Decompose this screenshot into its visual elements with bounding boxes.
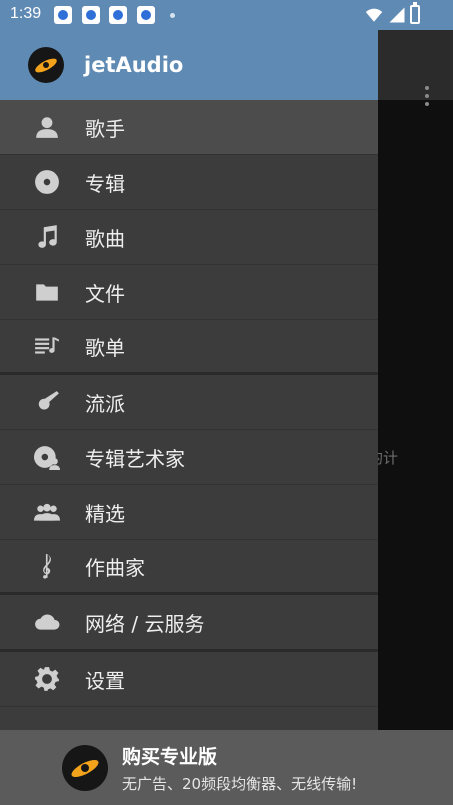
menu-item-genres[interactable]: 流派 bbox=[0, 375, 378, 430]
album-artist-icon bbox=[33, 443, 61, 471]
menu-item-artists[interactable]: 歌手 bbox=[0, 100, 378, 155]
jetaudio-logo-icon bbox=[62, 744, 108, 791]
baidu-paw-icon bbox=[137, 6, 155, 24]
menu-item-albums[interactable]: 专辑 bbox=[0, 155, 378, 210]
menu-item-label: 精选 bbox=[85, 501, 125, 526]
menu-item-songs[interactable]: 歌曲 bbox=[0, 210, 378, 265]
menu-item-featured[interactable]: 精选 bbox=[0, 485, 378, 540]
drawer-menu: 歌手 专辑 歌曲 文件 歌单 流派 专辑艺术家 精选 作曲家 网络 / 云服务 … bbox=[0, 100, 378, 707]
menu-item-label: 文件 bbox=[85, 281, 125, 306]
menu-item-label: 作曲家 bbox=[85, 555, 145, 580]
menu-item-label: 歌单 bbox=[85, 335, 125, 360]
menu-item-label: 专辑 bbox=[85, 171, 125, 196]
menu-item-files[interactable]: 文件 bbox=[0, 265, 378, 320]
menu-item-settings[interactable]: 设置 bbox=[0, 652, 378, 707]
menu-item-label: 流派 bbox=[85, 391, 125, 416]
status-time: 1:39 bbox=[10, 5, 42, 22]
menu-item-playlists[interactable]: 歌单 bbox=[0, 320, 378, 375]
playlist-icon bbox=[33, 332, 61, 360]
menu-item-label: 网络 / 云服务 bbox=[85, 611, 205, 636]
music-note-icon bbox=[33, 223, 61, 251]
menu-item-label: 专辑艺术家 bbox=[85, 446, 185, 471]
status-bar: 1:39 bbox=[0, 0, 453, 30]
app-title: jetAudio bbox=[84, 53, 184, 77]
guitar-icon bbox=[33, 388, 61, 416]
promo-subtitle: 无广告、20频段均衡器、无线传输! bbox=[122, 774, 358, 793]
menu-item-cloud-services[interactable]: 网络 / 云服务 bbox=[0, 595, 378, 652]
tieba-icon bbox=[54, 6, 72, 24]
baidu-paw-icon bbox=[82, 6, 100, 24]
treble-clef-icon bbox=[33, 552, 61, 580]
menu-item-label: 歌手 bbox=[85, 116, 125, 141]
battery-charging-icon bbox=[410, 2, 420, 24]
group-icon bbox=[33, 498, 61, 526]
folder-icon bbox=[33, 278, 61, 306]
menu-item-album-artists[interactable]: 专辑艺术家 bbox=[0, 430, 378, 485]
album-disc-icon bbox=[33, 168, 61, 196]
baidu-paw-icon bbox=[109, 6, 127, 24]
jetaudio-logo-icon bbox=[28, 47, 64, 83]
upgrade-pro-banner[interactable]: 购买专业版 无广告、20频段均衡器、无线传输! bbox=[0, 730, 453, 805]
menu-item-label: 歌曲 bbox=[85, 226, 125, 251]
promo-text: 购买专业版 无广告、20频段均衡器、无线传输! bbox=[122, 742, 357, 794]
menu-item-composers[interactable]: 作曲家 bbox=[0, 540, 378, 595]
promo-title: 购买专业版 bbox=[122, 745, 218, 768]
signal-icon bbox=[389, 7, 405, 23]
cloud-icon bbox=[33, 608, 61, 636]
artist-icon bbox=[33, 113, 61, 141]
overflow-menu-icon[interactable] bbox=[415, 82, 439, 110]
more-notifications-dot-icon bbox=[170, 13, 175, 18]
drawer-header: jetAudio bbox=[0, 30, 378, 100]
wifi-icon bbox=[365, 8, 383, 22]
navigation-drawer: jetAudio 歌手 专辑 歌曲 文件 歌单 流派 专辑艺术家 精选 作曲家 … bbox=[0, 30, 378, 730]
menu-item-label: 设置 bbox=[85, 668, 125, 693]
settings-gear-icon bbox=[33, 665, 61, 693]
